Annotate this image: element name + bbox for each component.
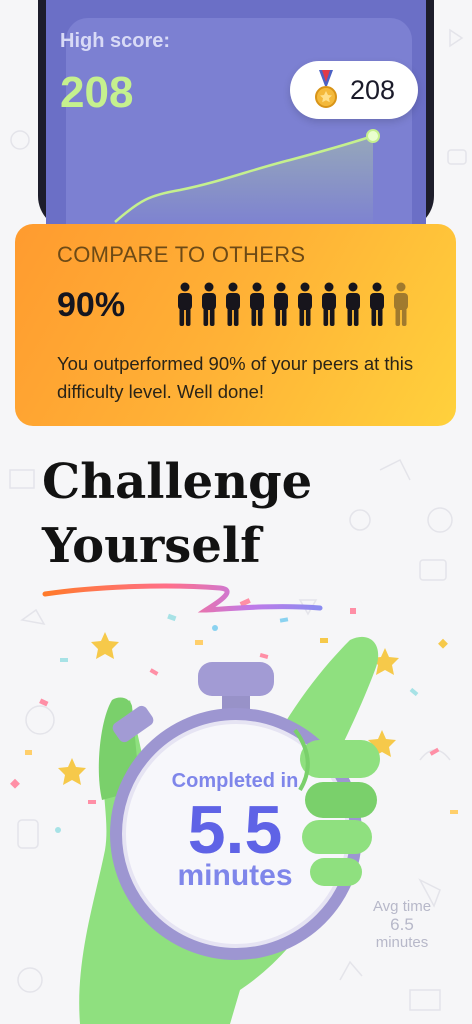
average-time: Avg time 6.5 minutes	[362, 898, 442, 952]
person-icon-filled	[274, 282, 288, 326]
people-icons	[175, 282, 411, 326]
person-icon-empty	[394, 282, 408, 326]
completed-time-value: 5.5	[187, 792, 283, 868]
person-icon-filled	[298, 282, 312, 326]
person-icon-filled	[226, 282, 240, 326]
medal-score-pill: 208	[290, 61, 418, 119]
completed-label: Completed in	[171, 770, 299, 792]
compare-message: You outperformed 90% of your peers at th…	[57, 353, 414, 402]
person-icon-filled	[178, 282, 192, 326]
medal-icon	[315, 70, 337, 108]
compare-percent: 90%	[57, 286, 126, 324]
person-icon-filled	[202, 282, 216, 326]
person-icon-filled	[250, 282, 264, 326]
stopwatch-dial: Completed in 5.5 minutes	[130, 770, 340, 893]
avg-time-unit: minutes	[375, 934, 429, 951]
person-icon-filled	[322, 282, 336, 326]
compare-title: COMPARE TO OTHERS	[57, 242, 306, 267]
headline-line-1: Challenge	[42, 454, 313, 510]
completed-time-unit: minutes	[177, 859, 293, 892]
avg-time-label: Avg time	[372, 898, 432, 915]
brush-stroke-underline	[42, 583, 323, 613]
avg-time-value: 6.5	[390, 915, 414, 934]
medal-score-value: 208	[350, 74, 396, 105]
person-icon-filled	[370, 282, 384, 326]
person-icon-filled	[346, 282, 360, 326]
headline-line-2: Yourself	[42, 518, 261, 574]
compare-card: COMPARE TO OTHERS 90% You outperformed 9…	[15, 224, 456, 426]
headline: Challenge Yourself	[42, 450, 312, 578]
